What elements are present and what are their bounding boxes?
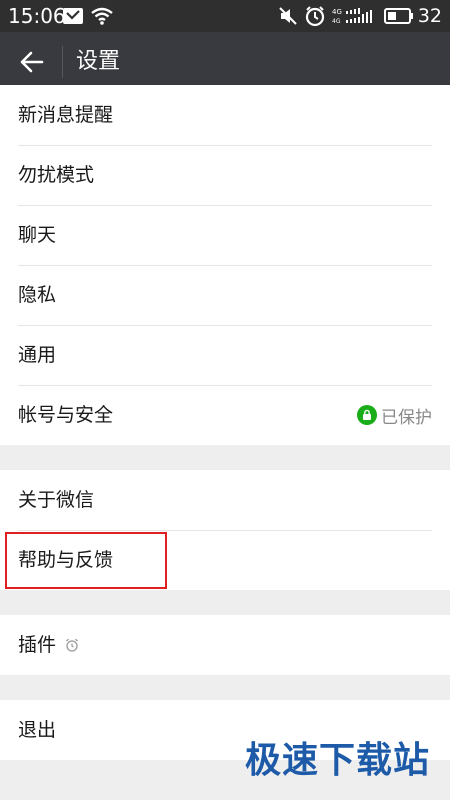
settings-item-label: 隐私 xyxy=(18,284,57,306)
wifi-icon xyxy=(90,0,114,32)
settings-item-general[interactable]: 通用 xyxy=(0,325,450,385)
lock-icon xyxy=(357,405,377,425)
settings-item-label: 聊天 xyxy=(18,224,57,246)
settings-group-plugins: 插件 xyxy=(0,615,450,675)
settings-group-main: 新消息提醒 勿扰模式 聊天 隐私 通用 帐号与安全 已保护 xyxy=(0,85,450,445)
settings-item-new-message-notification[interactable]: 新消息提醒 xyxy=(0,85,450,145)
back-button[interactable] xyxy=(12,44,52,80)
message-notification-icon xyxy=(62,0,84,32)
title-bar: 设置 xyxy=(0,32,450,92)
svg-text:4G: 4G xyxy=(332,8,342,16)
settings-item-label: 帮助与反馈 xyxy=(18,549,114,571)
settings-item-privacy[interactable]: 隐私 xyxy=(0,265,450,325)
status-time: 15:06 xyxy=(8,4,66,28)
battery-icon xyxy=(384,0,414,32)
settings-item-account-security[interactable]: 帐号与安全 已保护 xyxy=(0,385,450,445)
status-bar: 15:06 4G 4G 32 xyxy=(0,0,450,32)
settings-item-label: 关于微信 xyxy=(18,489,95,511)
settings-item-chat[interactable]: 聊天 xyxy=(0,205,450,265)
alarm-icon xyxy=(304,0,326,32)
account-security-status: 已保护 xyxy=(357,385,432,445)
signal-icon: 4G 4G xyxy=(332,0,378,32)
protected-status-text: 已保护 xyxy=(381,407,432,428)
mute-icon xyxy=(278,0,298,32)
settings-item-label: 插件 xyxy=(18,634,57,656)
settings-item-label: 新消息提醒 xyxy=(18,104,114,126)
settings-item-label: 帐号与安全 xyxy=(18,404,114,426)
arrow-left-icon xyxy=(20,51,44,73)
settings-item-do-not-disturb[interactable]: 勿扰模式 xyxy=(0,145,450,205)
page-title: 设置 xyxy=(76,49,121,74)
settings-item-label: 勿扰模式 xyxy=(18,164,95,186)
svg-text:4G: 4G xyxy=(332,18,341,25)
watermark: 极速下载站 xyxy=(244,740,430,781)
alarm-clock-icon xyxy=(64,637,80,653)
title-divider xyxy=(62,46,63,78)
battery-level: 32 xyxy=(417,5,442,27)
settings-item-label: 通用 xyxy=(18,344,57,366)
settings-group-about: 关于微信 帮助与反馈 xyxy=(0,470,450,590)
logout-label: 退出 xyxy=(18,719,57,741)
settings-item-about-wechat[interactable]: 关于微信 xyxy=(0,470,450,530)
settings-item-help-feedback[interactable]: 帮助与反馈 xyxy=(0,530,450,590)
settings-item-plugins[interactable]: 插件 xyxy=(0,615,450,675)
